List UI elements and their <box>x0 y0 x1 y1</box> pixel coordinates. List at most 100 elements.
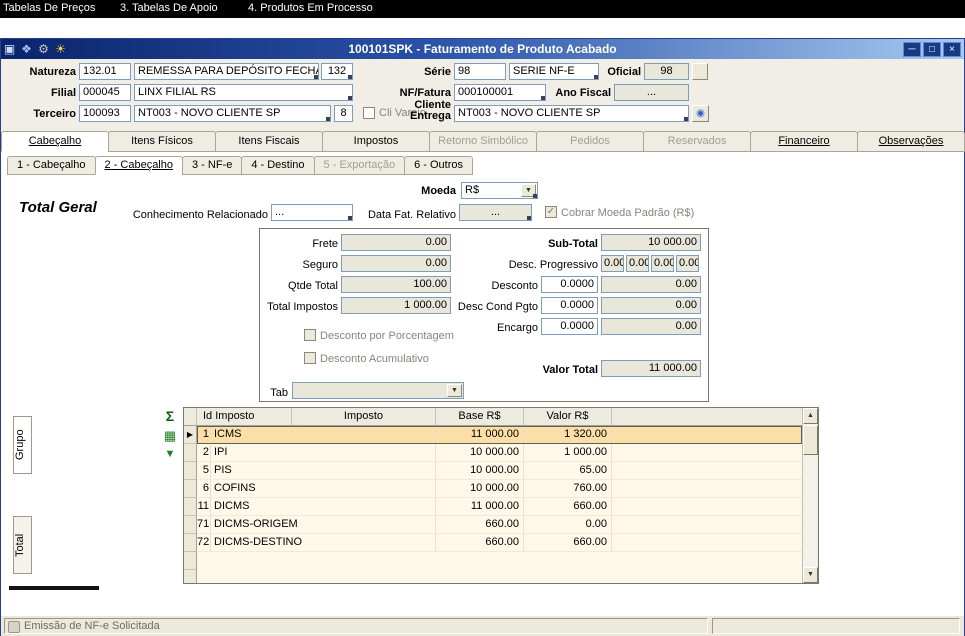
grid-row-pis[interactable]: 5 PIS 10 000.00 65.00 <box>184 462 802 480</box>
grid-header-valor[interactable]: Valor R$ <box>524 408 612 426</box>
grid-row-dicms-destino[interactable]: 72 DICMS-DESTINO 660.00 660.00 <box>184 534 802 552</box>
cell-base: 10 000.00 <box>436 444 524 462</box>
cell-imposto: DICMS-DESTINO <box>211 534 436 552</box>
terceiro-code-field[interactable]: 100093 <box>79 105 131 122</box>
minimize-button[interactable]: ─ <box>903 42 921 57</box>
grid-header-imposto[interactable]: Imposto <box>292 408 436 426</box>
grid-header-filler <box>612 408 818 426</box>
totais-panel: Frete 0.00 Seguro 0.00 Qtde Total 100.00… <box>259 228 709 402</box>
cell-filler <box>612 462 802 480</box>
seguro-label: Seguro <box>260 257 338 273</box>
scroll-up-button[interactable]: ▲ <box>803 408 818 424</box>
grid-header-id-imposto[interactable]: Id Imposto <box>197 408 292 426</box>
encargo-label: Encargo <box>460 320 538 336</box>
status-icon <box>8 621 20 633</box>
filial-desc-field[interactable]: LINX FILIAL RS <box>134 84 353 101</box>
seguro-field: 0.00 <box>341 255 451 272</box>
grid-row-cofins[interactable]: 6 COFINS 10 000.00 760.00 <box>184 480 802 498</box>
cli-varejo-checkbox[interactable] <box>363 107 375 119</box>
window-body: Natureza 132.01 REMESSA PARA DEPÓSITO FE… <box>1 39 964 635</box>
cliente-entrega-label: Cliente Entrega <box>399 100 451 124</box>
filial-code-field[interactable]: 000045 <box>79 84 131 101</box>
cell-filler <box>612 498 802 516</box>
data-fat-relativo-field[interactable]: ... <box>459 204 532 221</box>
desconto-pct-field[interactable]: 0.0000 <box>541 276 598 293</box>
desconto-porcentagem-checkbox <box>304 329 316 341</box>
cliente-entrega-field[interactable]: NT003 - NOVO CLIENTE SP <box>454 105 689 122</box>
side-tab-total[interactable]: Total <box>13 516 32 574</box>
menu-item-tabelas-apoio[interactable]: 3. Tabelas De Apoio <box>120 2 218 14</box>
desconto-value-field: 0.00 <box>601 276 701 293</box>
maximize-button[interactable]: □ <box>923 42 941 57</box>
grid-header-base[interactable]: Base R$ <box>436 408 524 426</box>
cell-filler <box>612 480 802 498</box>
cell-id: 11 <box>197 498 211 516</box>
sum-button[interactable]: Σ <box>160 408 180 426</box>
tab-combobox: ▼ <box>292 382 464 399</box>
encargo-value-field: 0.00 <box>601 318 701 335</box>
cell-valor: 660.00 <box>524 534 612 552</box>
terceiro-desc-field[interactable]: NT003 - NOVO CLIENTE SP <box>134 105 331 122</box>
cell-filler <box>612 516 802 534</box>
impostos-grid: Id Imposto Imposto Base R$ Valor R$ ▶ 1 … <box>183 407 819 584</box>
moeda-dropdown-icon[interactable]: ▼ <box>521 184 536 197</box>
desconto-porcentagem-label: Desconto por Porcentagem <box>320 329 454 343</box>
conhecimento-relacionado-label: Conhecimento Relacionado <box>126 207 268 223</box>
sub-total-label: Sub-Total <box>500 236 598 252</box>
collapse-button[interactable]: ▼ <box>160 448 180 466</box>
grid-scrollbar[interactable]: ▲ ▼ <box>802 408 818 583</box>
cell-base: 660.00 <box>436 516 524 534</box>
desconto-acumulativo-checkbox <box>304 352 316 364</box>
grid-row-icms[interactable]: ▶ 1 ICMS 11 000.00 1 320.00 <box>184 426 802 444</box>
desconto-acumulativo-label: Desconto Acumulativo <box>320 352 429 366</box>
row-selector-strip <box>184 552 197 583</box>
grid-row-ipi[interactable]: 2 IPI 10 000.00 1 000.00 <box>184 444 802 462</box>
desc-progressivo-field-1: 0.00 <box>601 255 624 272</box>
menu-item-produtos-processo[interactable]: 4. Produtos Em Processo <box>248 2 373 14</box>
ano-fiscal-label: Ano Fiscal <box>549 85 611 101</box>
scroll-thumb[interactable] <box>803 425 818 455</box>
serie-code-field[interactable]: 98 <box>454 63 506 80</box>
oficial-button[interactable] <box>692 63 708 80</box>
ano-fiscal-field[interactable]: ... <box>614 84 689 101</box>
cell-valor: 760.00 <box>524 480 612 498</box>
grid-row-dicms[interactable]: 11 DICMS 11 000.00 660.00 <box>184 498 802 516</box>
desc-progressivo-field-4: 0.00 <box>676 255 699 272</box>
export-grid-button[interactable]: ▦ <box>160 428 180 446</box>
cell-filler <box>612 426 802 444</box>
natureza-desc-field[interactable]: REMESSA PARA DEPÓSITO FECHADO <box>134 63 319 80</box>
cell-valor: 1 000.00 <box>524 444 612 462</box>
cell-base: 660.00 <box>436 534 524 552</box>
serie-desc-field[interactable]: SERIE NF-E <box>509 63 599 80</box>
scroll-down-button[interactable]: ▼ <box>803 567 818 583</box>
terceiro-num-field[interactable]: 8 <box>334 105 353 122</box>
desc-progressivo-label: Desc. Progressivo <box>485 257 598 273</box>
grid-row-dicms-origem[interactable]: 71 DICMS-ORIGEM 660.00 0.00 <box>184 516 802 534</box>
sigma-icon: Σ <box>166 408 174 424</box>
desc-cond-pgto-value-field: 0.00 <box>601 297 701 314</box>
moeda-combobox[interactable]: R$ ▼ <box>461 182 538 199</box>
natureza-code-field[interactable]: 132.01 <box>79 63 131 80</box>
conhecimento-relacionado-field[interactable]: ... <box>271 204 353 221</box>
moeda-value: R$ <box>465 184 479 196</box>
cliente-entrega-lookup-button[interactable]: ◉ <box>692 105 709 122</box>
natureza-num-field[interactable]: 132 <box>321 63 353 80</box>
side-tab-grupo[interactable]: Grupo <box>13 416 32 474</box>
cell-imposto: DICMS-ORIGEM <box>211 516 436 534</box>
row-selector-cell <box>184 498 197 516</box>
cell-id: 71 <box>197 516 211 534</box>
row-selector-cell <box>184 534 197 552</box>
cobrar-moeda-checkbox: ✓ <box>545 206 557 218</box>
app-root: Tabelas De Preços 3. Tabelas De Apoio 4.… <box>0 0 965 636</box>
cell-filler <box>612 534 802 552</box>
cell-id: 6 <box>197 480 211 498</box>
lookup-icon: ◉ <box>696 108 705 119</box>
grid-header-selector <box>184 408 197 426</box>
desc-cond-pgto-pct-field[interactable]: 0.0000 <box>541 297 598 314</box>
menu-item-tabelas-precos[interactable]: Tabelas De Preços <box>3 2 95 14</box>
pane-splitter[interactable] <box>9 586 99 590</box>
encargo-pct-field[interactable]: 0.0000 <box>541 318 598 335</box>
window-controls: ─ □ × <box>903 42 964 57</box>
nf-fatura-field[interactable]: 000100001 <box>454 84 546 101</box>
close-button[interactable]: × <box>943 42 961 57</box>
